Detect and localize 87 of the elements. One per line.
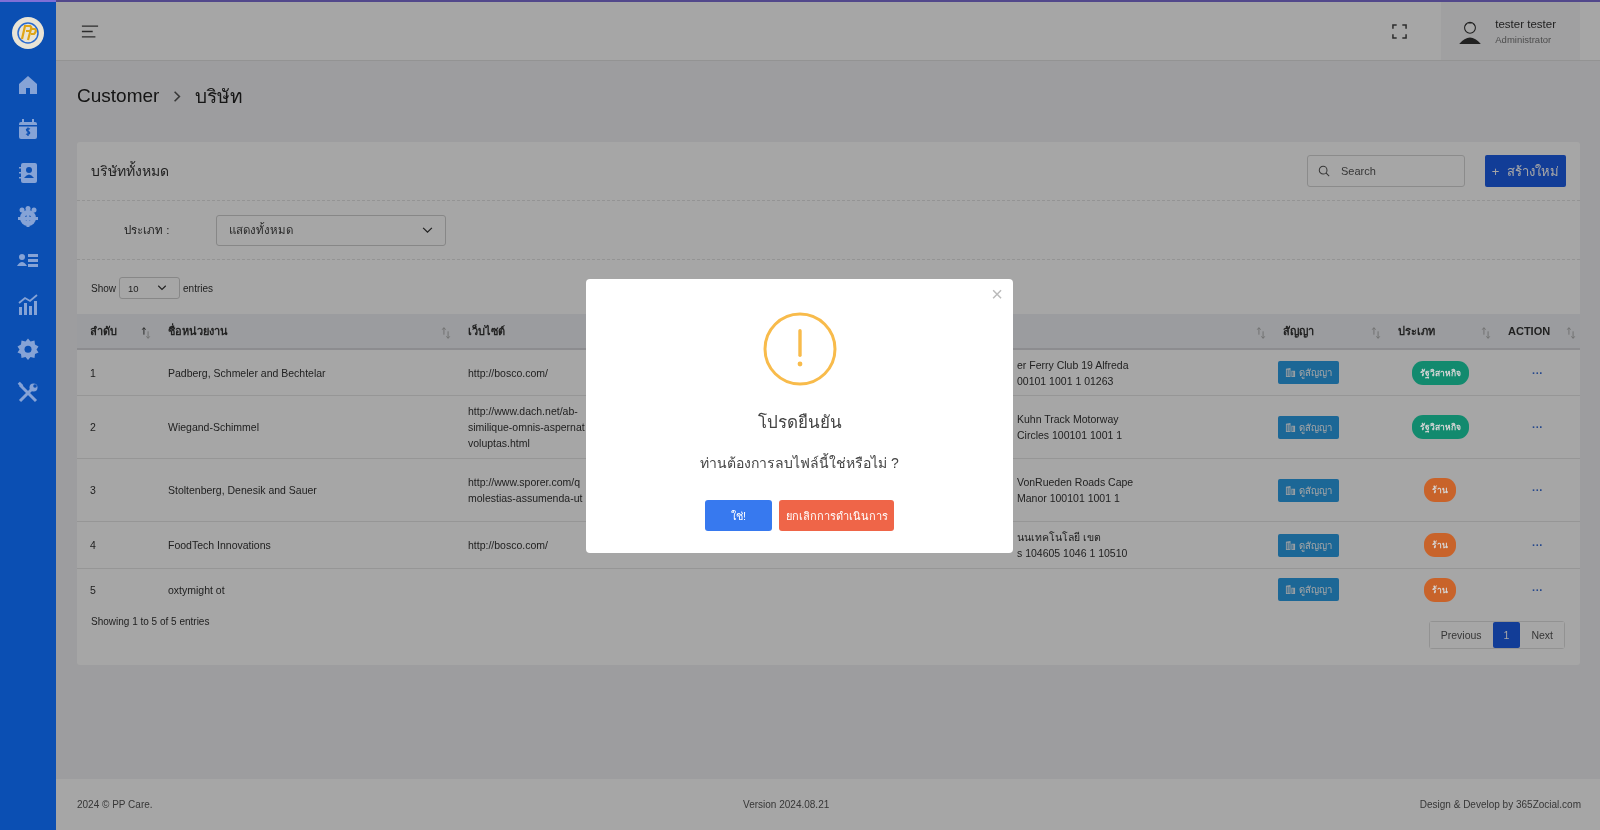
more-actions[interactable]: ··· xyxy=(1532,366,1543,379)
company-name: FoodTech Innovations xyxy=(168,539,271,551)
type-badge: ร้าน xyxy=(1424,533,1456,557)
sort-icon[interactable] xyxy=(1256,326,1266,340)
page-length-select[interactable]: 10 xyxy=(119,277,180,299)
sort-icon[interactable] xyxy=(1566,326,1576,340)
home-icon[interactable] xyxy=(16,73,40,97)
breadcrumb-item[interactable]: Customer xyxy=(77,85,160,107)
column-header[interactable]: ชื่อหน่วยงาน xyxy=(168,322,228,340)
filter-label: ประเภท : xyxy=(124,223,171,238)
breadcrumb-item: บริษัท xyxy=(195,85,244,109)
address-text: er Ferry Club 19 Alfreda 00101 1001 1 01263 xyxy=(1017,357,1129,389)
sort-icon[interactable] xyxy=(141,326,151,340)
company-name: Wiegand-Schimmel xyxy=(168,421,260,433)
fullscreen-icon[interactable] xyxy=(1392,23,1408,39)
column-header[interactable]: ลำดับ xyxy=(90,322,117,340)
type-badge: ร้าน xyxy=(1424,478,1456,502)
website-url: http://bosco.com/ xyxy=(468,365,548,381)
website-url: http://bosco.com/ xyxy=(468,538,548,553)
table-info: Showing 1 to 5 of 5 entries xyxy=(91,616,210,627)
user-name: tester tester xyxy=(1495,17,1556,30)
more-actions[interactable]: ··· xyxy=(1532,484,1543,496)
view-contract-button[interactable]: ดูสัญญา xyxy=(1278,361,1339,384)
row-number: 3 xyxy=(90,484,96,496)
type-badge: รัฐวิสาหกิจ xyxy=(1411,360,1469,385)
column-header[interactable]: ACTION xyxy=(1508,325,1551,337)
credit-text: Design & Develop by 365Zocial.com xyxy=(1419,799,1581,810)
website-url: http://www.sporer.com/q molestias-assumenda-ut xyxy=(468,475,583,506)
sort-icon[interactable] xyxy=(441,326,451,340)
type-badge: ร้าน xyxy=(1424,577,1456,602)
tools-icon[interactable] xyxy=(16,381,40,405)
chart-icon[interactable] xyxy=(16,293,40,317)
more-actions[interactable]: ··· xyxy=(1532,421,1543,433)
address-text: นนเทคโนโลยี เขต s 104605 1046 1 10510 xyxy=(1017,530,1128,561)
company-name: Stoltenberg, Denesik and Sauer xyxy=(168,484,317,496)
copyright-text: 2024 © PP Care. xyxy=(77,799,153,810)
address-text: Kuhn Track Motorway Circles 100101 1001 1 xyxy=(1017,412,1123,443)
type-badge: รัฐวิสาหกิจ xyxy=(1411,415,1469,439)
company-name: Padberg, Schmeler and Bechtelar xyxy=(168,366,326,379)
search-field[interactable]: Search xyxy=(1307,155,1465,187)
column-header[interactable]: สัญญา xyxy=(1283,322,1314,340)
card-title: บริษัททั้งหมด xyxy=(91,160,169,181)
cancel-button[interactable]: ยกเลิกการดำเนินการ xyxy=(779,500,894,531)
pagination-button[interactable]: 1 xyxy=(1492,622,1521,648)
team-gear-icon[interactable] xyxy=(16,205,40,229)
create-button[interactable]: + สร้างใหม่ xyxy=(1485,155,1566,187)
building-icon xyxy=(1285,367,1296,378)
building-icon xyxy=(1285,539,1296,551)
view-contract-button[interactable]: ดูสัญญา xyxy=(1278,478,1339,502)
chevron-down-icon xyxy=(422,226,433,234)
address-text: VonRueden Roads Cape Manor 100101 1001 1 xyxy=(1017,475,1134,506)
sort-icon[interactable] xyxy=(1371,326,1381,340)
logo-icon xyxy=(12,17,44,49)
website-url: http://www.dach.net/ab- similique-omnis-aspernat voluptas.html xyxy=(468,404,585,451)
building-icon xyxy=(1285,421,1296,433)
sort-icon[interactable] xyxy=(1481,326,1491,340)
settings-icon[interactable] xyxy=(16,337,40,361)
warning-icon xyxy=(762,312,837,386)
show-label: Show xyxy=(91,282,116,294)
more-actions[interactable]: ··· xyxy=(1532,583,1543,596)
search-icon xyxy=(1318,165,1330,177)
column-header[interactable]: เว็บไซต์ xyxy=(468,322,505,340)
more-actions[interactable]: ··· xyxy=(1532,539,1543,551)
type-select[interactable]: แสดงทั้งหมด xyxy=(216,214,446,246)
building-icon xyxy=(1285,484,1296,496)
dialog-title: โปรดยืนยัน xyxy=(757,411,842,434)
chevron-down-icon xyxy=(157,285,167,291)
dialog-message: ท่านต้องการลบไฟล์นี้ใช่หรือไม่ ? xyxy=(700,452,899,473)
view-contract-button[interactable]: ดูสัญญา xyxy=(1278,533,1339,557)
calendar-icon[interactable] xyxy=(16,117,40,141)
menu-icon[interactable] xyxy=(81,24,99,38)
user-menu[interactable]: tester tester Administrator xyxy=(1441,2,1580,60)
view-contract-button[interactable]: ดูสัญญา xyxy=(1278,578,1339,601)
row-number: 1 xyxy=(90,366,96,379)
entries-label: entries xyxy=(183,282,214,294)
user-role: Administrator xyxy=(1495,33,1553,45)
row-number: 4 xyxy=(90,539,96,551)
column-header[interactable]: ประเภท xyxy=(1398,322,1435,340)
row-number: 2 xyxy=(90,421,96,433)
company-name: oxtymight ot xyxy=(168,583,225,596)
row-number: 5 xyxy=(90,583,96,596)
contact-book-icon[interactable] xyxy=(16,161,40,185)
view-contract-button[interactable]: ดูสัญญา xyxy=(1278,415,1339,439)
confirm-button[interactable]: ใช่! xyxy=(705,500,772,531)
chevron-right-icon xyxy=(173,89,182,103)
version-text: Version 2024.08.21 xyxy=(743,799,830,810)
building-icon xyxy=(1285,584,1296,595)
